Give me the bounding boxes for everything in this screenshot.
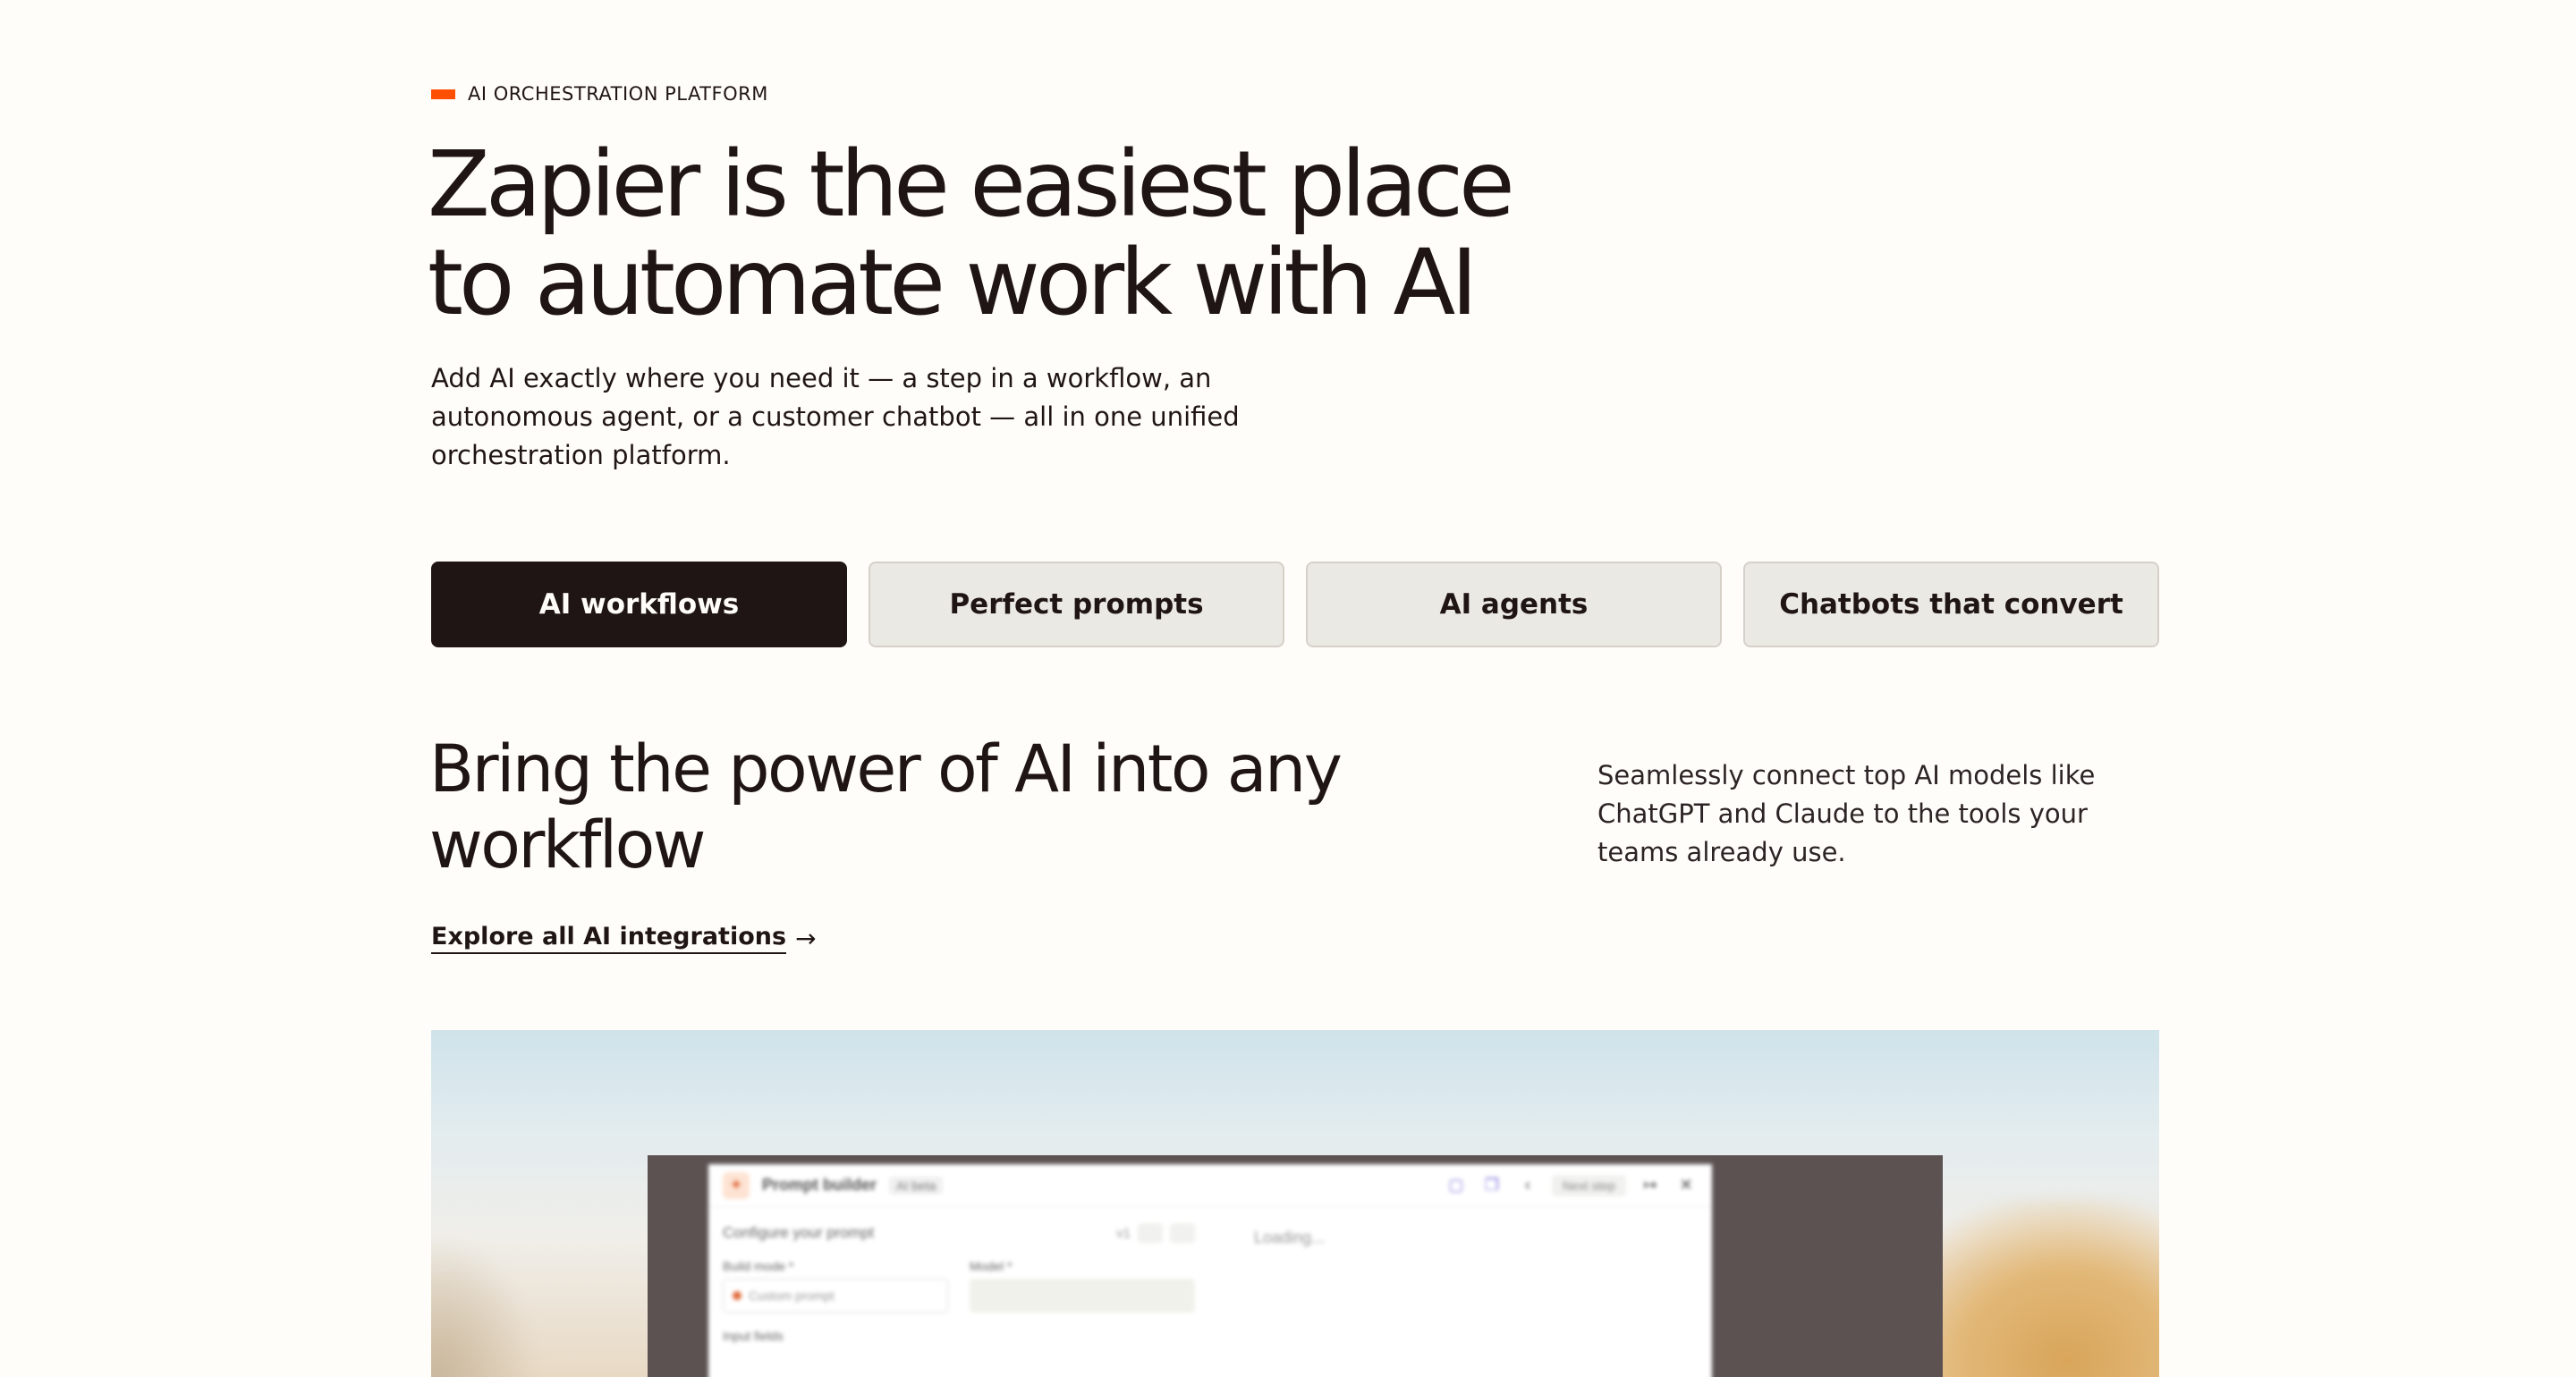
chevron-left-icon[interactable]: ‹ <box>1516 1174 1539 1197</box>
redo-button[interactable] <box>1170 1223 1195 1243</box>
feature-tabs: AI workflows Perfect prompts AI agents C… <box>431 562 2159 647</box>
beta-badge: AI beta <box>889 1176 944 1195</box>
product-preview: ✦ Prompt builder AI beta ▢ ❐ ‹ Next step… <box>431 1030 2159 1377</box>
section-description: Seamlessly connect top AI models like Ch… <box>1597 760 2096 867</box>
model-field: Model * <box>970 1259 1195 1313</box>
build-mode-value: Custom prompt <box>749 1288 835 1303</box>
undo-button[interactable] <box>1138 1223 1163 1243</box>
chat-icon[interactable]: ▢ <box>1445 1174 1468 1197</box>
configure-label: Configure your prompt <box>723 1224 875 1241</box>
prompt-dot-icon <box>733 1291 741 1300</box>
hero-subtitle: Add AI exactly where you need it — a ste… <box>431 363 1240 470</box>
hero-title: Zapier is the easiest place to automate … <box>428 136 1590 333</box>
hero-title-line-2: to automate work with AI <box>428 230 1478 336</box>
close-icon[interactable]: ✕ <box>1674 1174 1698 1197</box>
tab-ai-agents[interactable]: AI agents <box>1306 562 1722 647</box>
expand-icon[interactable]: ↦ <box>1639 1174 1662 1197</box>
tab-chatbots[interactable]: Chatbots that convert <box>1743 562 2159 647</box>
eyebrow-label: AI ORCHESTRATION PLATFORM <box>468 83 768 105</box>
version-label: v1 <box>1116 1225 1131 1241</box>
model-input[interactable] <box>970 1279 1195 1313</box>
panel-header: ✦ Prompt builder AI beta ▢ ❐ ‹ Next step… <box>708 1164 1712 1207</box>
configure-row: Configure your prompt v1 <box>723 1223 1195 1243</box>
panel-title: Prompt builder <box>762 1176 877 1194</box>
prompt-builder-panel: ✦ Prompt builder AI beta ▢ ❐ ‹ Next step… <box>708 1164 1712 1377</box>
model-label: Model * <box>970 1259 1013 1273</box>
next-step-button[interactable]: Next step <box>1551 1174 1626 1196</box>
page: AI ORCHESTRATION PLATFORM Zapier is the … <box>0 0 2576 1377</box>
build-mode-field: Build mode * Custom prompt <box>723 1259 948 1313</box>
eyebrow: AI ORCHESTRATION PLATFORM <box>431 83 768 105</box>
version-controls: v1 <box>1116 1223 1195 1243</box>
hero-title-line-1: Zapier is the easiest place <box>428 131 1515 238</box>
eyebrow-accent-bar <box>431 89 455 99</box>
tab-ai-workflows[interactable]: AI workflows <box>431 562 847 647</box>
prompt-builder-logo-icon: ✦ <box>723 1171 750 1199</box>
field-row: Build mode * Custom prompt Model * <box>723 1259 1195 1313</box>
section-title: Bring the power of AI into any workflow <box>429 731 1343 883</box>
input-fields-label: Input fields <box>723 1329 784 1343</box>
arrow-right-icon: → <box>795 924 817 953</box>
explore-ai-integrations-link[interactable]: Explore all AI integrations → <box>431 923 817 954</box>
loading-text: Loading... <box>1254 1229 1326 1246</box>
copy-icon[interactable]: ❐ <box>1480 1174 1504 1197</box>
background-glow-left <box>431 1234 538 1377</box>
app-window-frame: ✦ Prompt builder AI beta ▢ ❐ ‹ Next step… <box>648 1155 1943 1377</box>
build-mode-label: Build mode * <box>723 1259 794 1273</box>
build-mode-select[interactable]: Custom prompt <box>723 1279 948 1313</box>
explore-link-label: Explore all AI integrations <box>431 923 787 954</box>
configure-section: Configure your prompt v1 Build mode * Cu… <box>708 1207 1209 1377</box>
tab-perfect-prompts[interactable]: Perfect prompts <box>869 562 1284 647</box>
